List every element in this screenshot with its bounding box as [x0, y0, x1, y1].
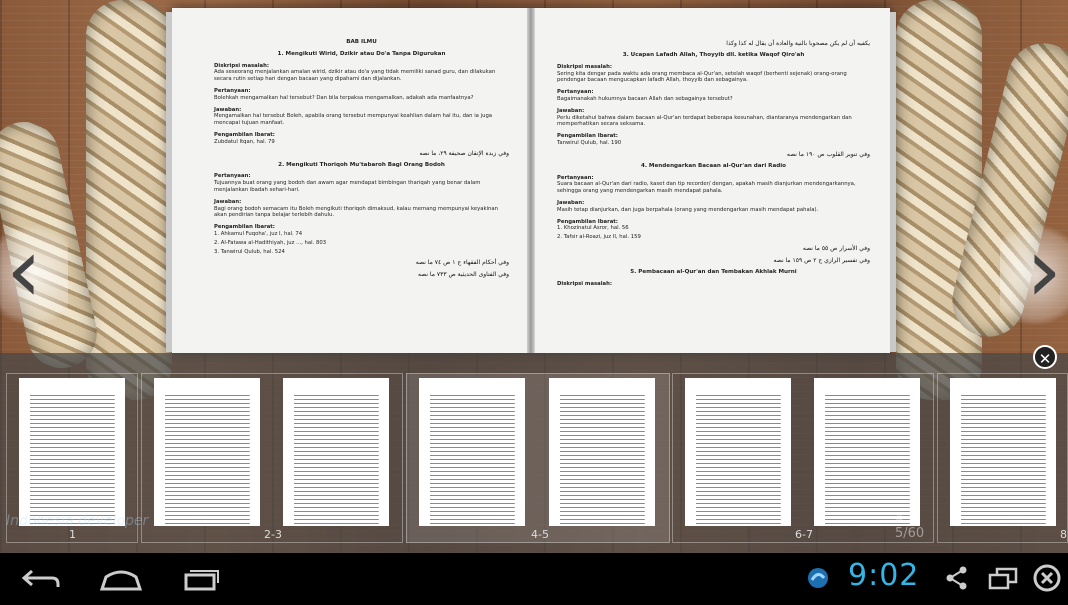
paragraph: Sering kita dengar pada waktu ada orang … — [557, 70, 847, 84]
label: Pertanyaan: — [214, 173, 251, 180]
label: Pengambilan Ibarat: — [214, 224, 275, 231]
label: Jawaban: — [214, 198, 242, 205]
label: Diskripsi masalah: — [557, 280, 613, 287]
reference: 1. Ahkamul Fuqoha', juz I, hal. 74 — [214, 230, 303, 237]
label: Jawaban: — [557, 107, 585, 114]
window-button[interactable] — [988, 565, 1018, 595]
label: Pengambilan Ibarat: — [557, 218, 618, 225]
reference: 3. Tanwirul Qulub, hal. 524 — [214, 248, 285, 255]
page-heading: BAB ILMU — [346, 39, 377, 45]
paragraph: Perlu diketahui bahwa dalam bacaan al-Qu… — [557, 114, 852, 128]
book-spine — [527, 8, 535, 353]
arabic-text: وفي الفتاوى الحديثية ص ٧٣٣ ما نصه — [417, 271, 509, 279]
arabic-text: وفي تنوير القلوب ص ١٩٠ ما نصه — [786, 150, 870, 158]
page-left[interactable]: BAB ILMU 1. Mengikuti Wirid, Dzikir atau… — [172, 8, 527, 353]
chevron-right-icon: › — [1026, 218, 1062, 323]
rope-decoration-left — [86, 0, 172, 400]
watermark: Indonesia developer — [6, 513, 149, 529]
rope-decoration-right — [896, 0, 982, 400]
page-right[interactable]: يكفيه أن لم يكن مصحوبا بالنية والعادة أن… — [535, 8, 890, 353]
thumbnail-label: 6-7 — [795, 528, 813, 541]
section-heading: 4. Mendengarkan Bacaan al-Qur'an dari Ra… — [640, 162, 787, 169]
arabic-text: وفي أحكام الفقهاء ج ١ ص ٧٤ ما نصه — [415, 259, 509, 267]
paragraph: Mengamalkan hal tersebut Boleh, apabila … — [214, 113, 493, 127]
label: Pengambilan Ibarat: — [214, 131, 275, 138]
label: Pengambilan Ibarat: — [557, 133, 618, 140]
exit-button[interactable] — [1032, 563, 1062, 597]
close-thumbnails-button[interactable]: ✕ — [1033, 345, 1057, 369]
thumbnail-label: 4-5 — [531, 528, 549, 541]
thumbnail-image — [419, 378, 525, 526]
paragraph: Bagi orang bodoh semacam itu Boleh mengi… — [214, 205, 499, 219]
arabic-text: وفي زبدة الإتقان صحيفة ٢٩، ما نصه — [419, 149, 509, 157]
close-icon: ✕ — [1038, 350, 1052, 368]
window-icon — [988, 567, 1018, 590]
back-button[interactable] — [18, 563, 68, 595]
page-counter: 4-5/60 — [895, 511, 925, 541]
paragraph: Bolehkah mengamalkan hal tersebut? Dan b… — [214, 94, 474, 101]
book-edge-right — [890, 12, 896, 352]
thumbnail-label: 8 — [1060, 528, 1067, 541]
label: Jawaban: — [557, 199, 585, 206]
reference: 1. Khozinatul Asror, hal. 56 — [557, 225, 629, 232]
label: Jawaban: — [214, 106, 242, 113]
label: Diskripsi masalah: — [557, 63, 613, 70]
open-book[interactable]: BAB ILMU 1. Mengikuti Wirid, Dzikir atau… — [166, 8, 896, 353]
share-button[interactable] — [944, 565, 970, 595]
next-page-button[interactable]: › — [1000, 225, 1068, 325]
thumbnail-image — [19, 378, 125, 526]
thumbnail-label: 2-3 — [264, 528, 282, 541]
thumbnail-image — [685, 378, 791, 526]
section-heading: 3. Ucapan Lafadh Allah, Thoyyib dll. ket… — [622, 52, 805, 58]
status-clock: 9:02 — [848, 558, 920, 593]
label: Pertanyaan: — [557, 174, 594, 181]
home-icon — [99, 570, 143, 591]
paragraph: Ada seseorang menjalankan amalan wirid, … — [214, 69, 496, 83]
thumbnail-page-6-7[interactable]: 6-7 4-5/60 — [672, 373, 934, 543]
exit-icon — [1033, 564, 1061, 592]
section-heading: 5. Pembacaan al-Qur'an dan Tembakan Akhl… — [630, 268, 797, 275]
paragraph: Masih tetap dianjurkan, dan juga berpaha… — [557, 206, 819, 213]
reference: Tanwirul Qulub, hal. 190 — [557, 139, 622, 146]
thumbnail-page-2-3[interactable]: 2-3 — [141, 373, 403, 543]
thumbnail-image — [154, 378, 260, 526]
arabic-text: وفي الأسرار ص ٥٥ ما نصه — [802, 244, 870, 252]
chevron-left-icon: ‹ — [6, 218, 42, 323]
thumbnail-image — [814, 378, 920, 526]
reference: 2. Tafsir al-Roazi, juz II, hal. 159 — [557, 234, 641, 241]
thumbnail-page-4-5[interactable]: 4-5 — [406, 373, 670, 543]
thumbnail-image — [549, 378, 655, 526]
thumbnail-image — [950, 378, 1056, 526]
arabic-text: يكفيه أن لم يكن مصحوبا بالنية والعادة أن… — [726, 40, 870, 47]
reference: Zubdatul Itqan, hal. 79 — [214, 138, 275, 145]
recent-apps-icon — [184, 570, 219, 591]
thumbnail-page-8[interactable]: 8 — [937, 373, 1068, 543]
share-icon — [946, 566, 967, 590]
app-notification-icon[interactable] — [806, 566, 830, 594]
previous-page-button[interactable]: ‹ — [0, 225, 68, 325]
label: Pertanyaan: — [214, 87, 251, 94]
section-heading: 2. Mengikuti Thoriqoh Mu'tabaroh Bagi Or… — [278, 161, 445, 168]
home-button[interactable] — [96, 563, 146, 595]
thumbnail-image — [283, 378, 389, 526]
paragraph: Suara bacaan al-Qur'an dari radio, kaset… — [557, 181, 856, 195]
label: Diskripsi masalah: — [214, 62, 270, 69]
thumbnail-label: 1 — [69, 528, 76, 541]
paragraph: Tujuannya buat orang yang bodoh dan awam… — [214, 180, 481, 193]
label: Pertanyaan: — [557, 89, 594, 96]
arabic-text: وفي تفسير الرازي ج ٢ ص ١٥٩ ما نصه — [773, 256, 870, 264]
recent-apps-button[interactable] — [176, 563, 226, 595]
reference: 2. Al-Fatawa al-Hadithiyah, juz ..., hal… — [214, 239, 327, 246]
paragraph: Bagaimanakah hukumnya bacaan Allah dan s… — [557, 95, 733, 102]
section-heading: 1. Mengikuti Wirid, Dzikir atau Do'a Tan… — [277, 50, 446, 57]
back-icon — [21, 569, 60, 587]
